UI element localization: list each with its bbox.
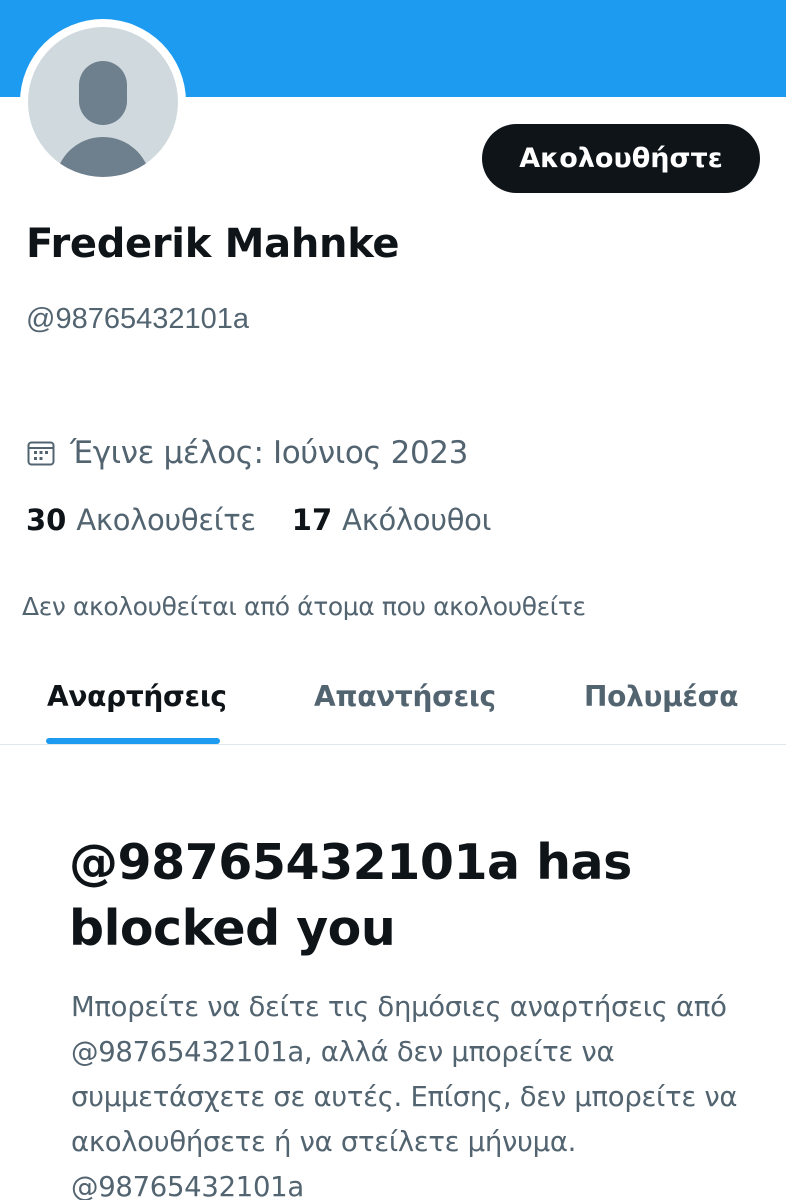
profile-tabs: Αναρτήσεις Απαντήσεις Πολυμέσα	[0, 652, 786, 745]
follow-button[interactable]: Ακολουθήστε	[482, 124, 760, 193]
default-avatar-icon	[28, 27, 178, 177]
blocked-message: Μπορείτε να δείτε τις δημόσιες αναρτήσει…	[71, 991, 738, 1200]
followers-count: 17	[291, 503, 333, 537]
following-link[interactable]: 30 Ακολουθείτε	[26, 503, 256, 537]
avatar[interactable]	[20, 19, 186, 185]
active-tab-indicator	[46, 738, 220, 744]
following-label: Ακολουθείτε	[76, 503, 256, 537]
follow-stats: 30 Ακολουθείτε 17 Ακόλουθοι	[26, 503, 491, 537]
followers-link[interactable]: 17 Ακόλουθοι	[291, 503, 492, 537]
tab-media[interactable]: Πολυμέσα	[584, 680, 738, 713]
handle: @98765432101a	[26, 303, 249, 335]
blocked-title: @98765432101a has blocked you	[69, 834, 632, 957]
display-name: Frederik Mahnke	[26, 221, 400, 267]
tab-posts[interactable]: Αναρτήσεις	[47, 680, 227, 713]
tab-replies[interactable]: Απαντήσεις	[314, 680, 496, 713]
followers-label: Ακόλουθοι	[342, 503, 492, 537]
calendar-icon	[27, 441, 55, 466]
following-count: 30	[26, 503, 67, 537]
joined-text: Έγινε μέλος: Ιούνιος 2023	[70, 435, 468, 471]
followed-by-text: Δεν ακολουθείται από άτομα που ακολουθεί…	[22, 592, 586, 621]
joined-date: Έγινε μέλος: Ιούνιος 2023	[26, 435, 468, 471]
profile-page: Ακολουθήστε Frederik Mahnke @98765432101…	[0, 0, 786, 1200]
